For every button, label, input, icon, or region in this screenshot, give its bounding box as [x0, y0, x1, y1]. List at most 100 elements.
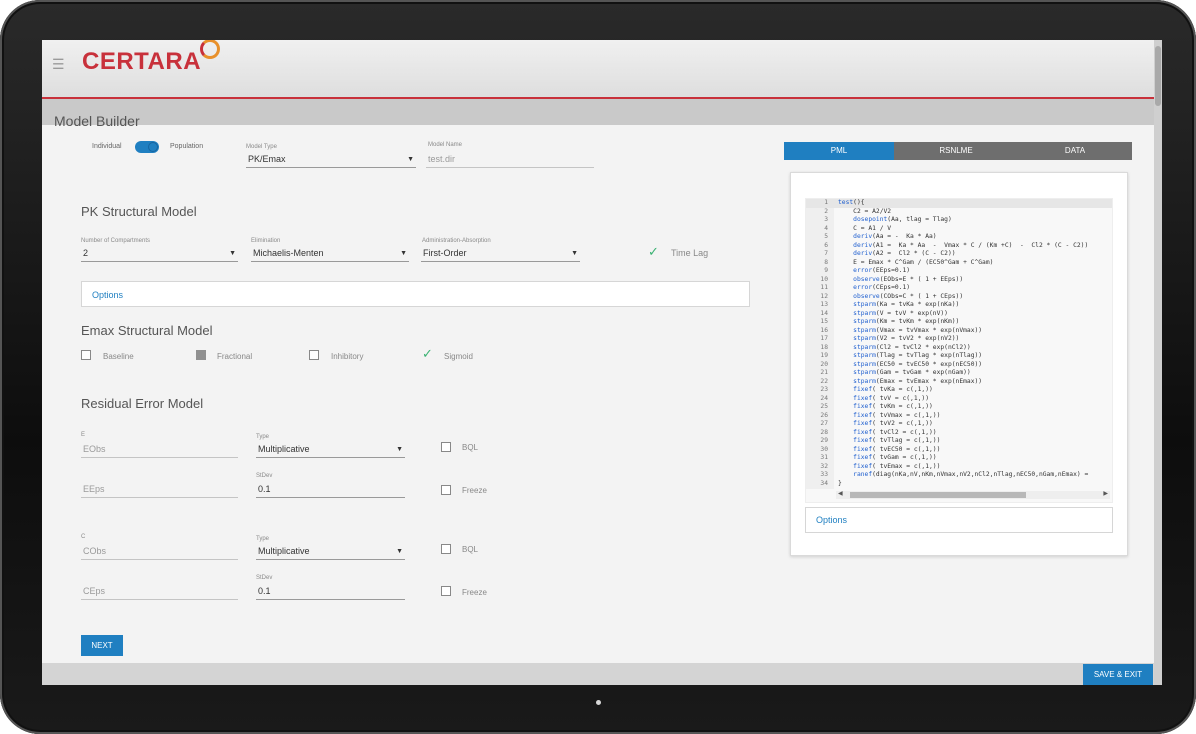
code-line: 19 stparm(Tlag = tvTlag * exp(nTlag)) — [806, 352, 1112, 361]
c-type-select[interactable]: Multiplicative ▼ — [256, 542, 405, 560]
population-toggle[interactable] — [135, 141, 159, 153]
compartments-select[interactable]: 2 ▼ — [81, 244, 238, 262]
line-number: 19 — [820, 352, 828, 359]
code-line: 4 C = A1 / V — [806, 224, 1112, 234]
code-text: fixef( tvEC50 = c(,1,)) — [853, 445, 941, 453]
line-number: 20 — [820, 360, 828, 368]
code-line: 5 deriv(Aa = - Ka * Aa) — [806, 233, 1112, 242]
code-text: deriv(A1 = Ka * Aa - Vmax * C / (Km +C) … — [853, 241, 1089, 249]
camera-dot — [596, 700, 601, 705]
e-var-label: E — [81, 432, 86, 438]
code-text: fixef( tvV2 = c(,1,)) — [853, 420, 933, 427]
code-line: 2 C2 = A2/V2 — [806, 208, 1112, 217]
code-options-panel[interactable]: Options — [805, 507, 1113, 533]
e-obs-input[interactable]: EObs — [81, 440, 238, 458]
code-text: fixef( tvEmax = c(,1,)) — [853, 462, 941, 470]
fractional-checkbox[interactable] — [196, 350, 206, 360]
code-text: stparm(Emax = tvEmax * exp(nEmax)) — [853, 377, 983, 385]
e-freeze-label: Freeze — [462, 486, 487, 495]
code-text: stparm(Ka = tvKa * exp(nKa)) — [853, 301, 960, 308]
code-line: 8 E = Emax * C^Gam / (EC50^Gam + C^Gam) — [806, 259, 1112, 268]
c-eps-value: CEps — [83, 586, 106, 596]
line-number: 9 — [824, 267, 828, 274]
c-stdev-value: 0.1 — [258, 586, 271, 596]
line-number: 32 — [820, 462, 828, 470]
e-stdev-label: StDev — [256, 473, 273, 479]
line-number: 6 — [824, 241, 828, 249]
code-text: C = A1 / V — [838, 224, 892, 232]
code-line: 27 fixef( tvV2 = c(,1,)) — [806, 420, 1112, 429]
code-text: stparm(Tlag = tvTlag * exp(nTlag)) — [853, 352, 983, 359]
inhibitory-checkbox[interactable] — [309, 350, 319, 360]
scroll-right-icon[interactable]: ▶ — [1103, 490, 1108, 497]
c-obs-value: CObs — [83, 546, 107, 556]
model-type-select[interactable]: PK/Emax ▼ — [246, 150, 416, 168]
baseline-checkbox[interactable] — [81, 350, 91, 360]
c-bql-checkbox[interactable] — [441, 544, 451, 554]
code-line: 10 observe(EObs=E * ( 1 + EEps)) — [806, 275, 1112, 285]
certara-logo: CERTARA — [82, 40, 221, 76]
tab-pml[interactable]: PML — [784, 142, 894, 160]
c-stdev-label: StDev — [256, 575, 273, 581]
code-text: ranef(diag(nKa,nV,nKm,nVmax,nV2,nCl2,nTl… — [853, 471, 1089, 478]
code-text: stparm(EC50 = tvEC50 * exp(nEC50)) — [853, 360, 983, 368]
e-freeze-checkbox[interactable] — [441, 485, 451, 495]
code-text: fixef( tvVmax = c(,1,)) — [853, 411, 941, 419]
absorption-select[interactable]: First-Order ▼ — [421, 244, 580, 262]
c-obs-input[interactable]: CObs — [81, 542, 238, 560]
e-eps-input[interactable]: EEps — [81, 480, 238, 498]
code-text: } — [838, 479, 842, 487]
e-type-select[interactable]: Multiplicative ▼ — [256, 440, 405, 458]
scroll-left-icon[interactable]: ◀ — [838, 490, 843, 497]
code-line: 30 fixef( tvEC50 = c(,1,)) — [806, 445, 1112, 455]
line-number: 33 — [820, 471, 828, 478]
chevron-down-icon: ▼ — [571, 250, 578, 257]
sigmoid-check-icon[interactable]: ✓ — [422, 346, 433, 362]
code-tabs: PML RSNLME DATA — [784, 142, 1132, 160]
line-number: 30 — [820, 445, 828, 453]
code-line: 23 fixef( tvKa = c(,1,)) — [806, 386, 1112, 395]
c-stdev-input[interactable]: 0.1 — [256, 582, 405, 600]
c-freeze-checkbox[interactable] — [441, 586, 451, 596]
model-name-value: test.dir — [428, 154, 456, 164]
code-hscrollbar[interactable]: ◀ ▶ — [836, 491, 1110, 499]
next-button[interactable]: NEXT — [81, 635, 123, 656]
pk-options-label: Options — [92, 290, 124, 300]
code-line: 9 error(EEps=0.1) — [806, 267, 1112, 276]
code-line: 29 fixef( tvTlag = c(,1,)) — [806, 437, 1112, 446]
code-line: 28 fixef( tvCl2 = c(,1,)) — [806, 429, 1112, 438]
page-scrollbar-thumb[interactable] — [1155, 46, 1161, 106]
code-options-label: Options — [816, 515, 848, 525]
code-text: fixef( tvV = c(,1,)) — [853, 394, 930, 402]
code-text: stparm(Vmax = tvVmax * exp(nVmax)) — [853, 326, 983, 334]
time-lag-check-icon[interactable]: ✓ — [648, 244, 659, 260]
line-number: 10 — [820, 275, 828, 283]
elimination-select[interactable]: Michaelis-Menten ▼ — [251, 244, 409, 262]
code-text: dosepoint(Aa, tlag = Tlag) — [853, 216, 952, 223]
c-eps-input[interactable]: CEps — [81, 582, 238, 600]
e-bql-checkbox[interactable] — [441, 442, 451, 452]
code-hscrollbar-thumb[interactable] — [850, 492, 1026, 498]
save-exit-button[interactable]: SAVE & EXIT — [1083, 664, 1153, 685]
code-text: fixef( tvGam = c(,1,)) — [853, 454, 937, 461]
page-scrollbar[interactable] — [1154, 40, 1162, 685]
code-panel: 1 test(){2 C2 = A2/V2 3 dosepoint(Aa, tlag… — [790, 172, 1128, 556]
code-line: 15 stparm(Km = tvKm * exp(nKm)) — [806, 318, 1112, 327]
code-text: deriv(A2 = Cl2 * (C - C2)) — [853, 250, 956, 257]
code-line: 14 stparm(V = tvV * exp(nV)) — [806, 310, 1112, 319]
code-editor[interactable]: 1 test(){2 C2 = A2/V2 3 dosepoint(Aa, tlag… — [805, 198, 1113, 503]
hamburger-icon[interactable]: ☰ — [52, 56, 65, 73]
e-stdev-input[interactable]: 0.1 — [256, 480, 405, 498]
e-eps-value: EEps — [83, 484, 105, 494]
line-number: 12 — [820, 292, 828, 300]
tab-data[interactable]: DATA — [1018, 142, 1132, 160]
line-number: 17 — [820, 335, 828, 342]
tab-rsnlme[interactable]: RSNLME — [894, 142, 1018, 160]
line-number: 4 — [824, 224, 828, 232]
code-line: 13 stparm(Ka = tvKa * exp(nKa)) — [806, 301, 1112, 310]
residual-section-title: Residual Error Model — [81, 396, 204, 411]
pk-section-title: PK Structural Model — [81, 204, 197, 219]
model-name-input[interactable]: test.dir — [426, 150, 594, 168]
pk-options-panel[interactable]: Options — [81, 281, 750, 307]
code-text: observe(EObs=E * ( 1 + EEps)) — [853, 275, 964, 283]
